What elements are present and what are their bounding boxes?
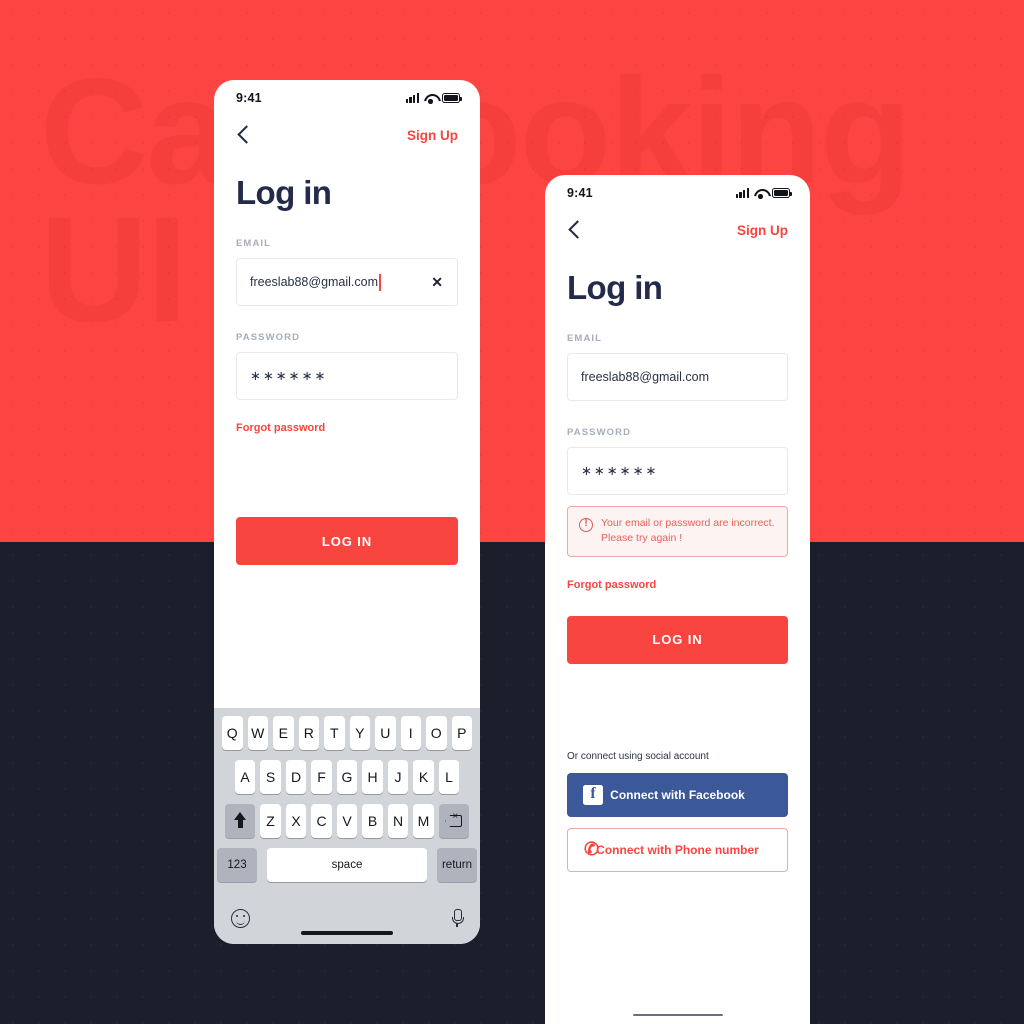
back-chevron-icon[interactable] bbox=[567, 219, 583, 241]
text-caret bbox=[379, 273, 381, 291]
keyboard-bottom-bar bbox=[217, 892, 477, 944]
email-input-value: freeslab88@gmail.com bbox=[250, 275, 379, 289]
key-n[interactable]: N bbox=[387, 804, 409, 838]
password-field-label: PASSWORD bbox=[567, 427, 632, 438]
error-message-text: Your email or password are incorrect. Pl… bbox=[601, 517, 775, 544]
facebook-icon: f bbox=[583, 784, 603, 805]
alert-circle-icon bbox=[579, 518, 593, 532]
key-d[interactable]: D bbox=[285, 760, 307, 794]
login-button[interactable]: LOG IN bbox=[236, 517, 458, 565]
connect-phone-label: Connect with Phone number bbox=[596, 842, 759, 857]
cellular-signal-icon bbox=[735, 188, 749, 198]
key-y[interactable]: Y bbox=[349, 716, 370, 750]
key-i[interactable]: I bbox=[400, 716, 421, 750]
key-b[interactable]: B bbox=[362, 804, 383, 838]
connect-phone-button[interactable]: ✆ Connect with Phone number bbox=[567, 827, 788, 872]
key-t[interactable]: T bbox=[324, 716, 345, 750]
status-bar-time: 9:41 bbox=[236, 91, 262, 105]
key-f[interactable]: F bbox=[311, 760, 332, 794]
status-bar: 9:41 bbox=[214, 80, 480, 110]
nav-bar: Sign Up bbox=[545, 205, 810, 241]
back-chevron-icon[interactable] bbox=[236, 124, 252, 146]
keyboard-row-2: A S D F G H J K L bbox=[217, 760, 477, 794]
email-input-value: freeslab88@gmail.com bbox=[581, 370, 710, 384]
email-input[interactable]: freeslab88@gmail.com bbox=[567, 353, 788, 401]
microphone-icon[interactable] bbox=[451, 908, 464, 928]
delete-key-icon[interactable] bbox=[438, 804, 469, 838]
key-h[interactable]: H bbox=[362, 760, 383, 794]
status-bar-icons bbox=[405, 93, 462, 104]
key-q[interactable]: Q bbox=[222, 716, 243, 750]
key-s[interactable]: S bbox=[260, 760, 281, 794]
forgot-password-link[interactable]: Forgot password bbox=[545, 579, 810, 591]
key-g[interactable]: G bbox=[336, 760, 358, 794]
key-z[interactable]: Z bbox=[260, 804, 281, 838]
space-key[interactable]: space bbox=[267, 848, 427, 882]
forgot-password-link[interactable]: Forgot password bbox=[214, 422, 480, 434]
password-input-value: ∗∗∗∗∗∗ bbox=[250, 368, 328, 383]
connect-facebook-label: Connect with Facebook bbox=[610, 787, 745, 802]
key-v[interactable]: V bbox=[336, 804, 358, 838]
shift-key-icon[interactable] bbox=[225, 804, 256, 838]
phone-mockup-login-error: 9:41 Sign Up Log in EMAIL freeslab88@gma… bbox=[545, 175, 810, 1024]
home-indicator bbox=[632, 1013, 723, 1016]
home-indicator bbox=[301, 931, 393, 935]
error-banner: Your email or password are incorrect. Pl… bbox=[567, 506, 788, 557]
background-red-panel bbox=[0, 0, 1024, 542]
key-e[interactable]: E bbox=[273, 716, 294, 750]
key-r[interactable]: R bbox=[298, 716, 319, 750]
keyboard-row-3: Z X C V B N M bbox=[217, 804, 477, 838]
key-k[interactable]: K bbox=[413, 760, 434, 794]
key-j[interactable]: J bbox=[387, 760, 409, 794]
onscreen-keyboard: Q W E R T Y U I O P A S D F G H J K L Z … bbox=[214, 708, 480, 944]
screenshot-canvas: Car Booking UI Kit 9:41 Sign Up Log in E… bbox=[0, 0, 1024, 1024]
signup-link[interactable]: Sign Up bbox=[737, 223, 788, 238]
keyboard-row-1: Q W E R T Y U I O P bbox=[217, 716, 477, 750]
page-title: Log in bbox=[236, 174, 332, 211]
battery-icon bbox=[442, 93, 462, 103]
nav-bar: Sign Up bbox=[214, 110, 480, 146]
cellular-signal-icon bbox=[405, 93, 419, 103]
background-dark-panel bbox=[0, 542, 1024, 1024]
emoji-icon[interactable] bbox=[231, 908, 250, 928]
key-p[interactable]: P bbox=[451, 716, 472, 750]
key-c[interactable]: C bbox=[311, 804, 332, 838]
email-field-label: EMAIL bbox=[567, 333, 603, 344]
key-l[interactable]: L bbox=[438, 760, 460, 794]
key-x[interactable]: X bbox=[285, 804, 307, 838]
wifi-icon bbox=[424, 93, 437, 104]
battery-icon bbox=[772, 188, 792, 198]
password-input[interactable]: ∗∗∗∗∗∗ bbox=[236, 352, 458, 400]
login-button[interactable]: LOG IN bbox=[567, 615, 788, 664]
status-bar-icons bbox=[735, 188, 792, 199]
status-bar-time: 9:41 bbox=[567, 186, 593, 200]
key-a[interactable]: A bbox=[234, 760, 256, 794]
social-account-heading: Or connect using social account bbox=[567, 750, 709, 762]
key-o[interactable]: O bbox=[426, 716, 447, 750]
key-m[interactable]: M bbox=[413, 804, 434, 838]
return-key[interactable]: return bbox=[437, 848, 477, 882]
page-title: Log in bbox=[567, 269, 663, 306]
phone-mockup-login-keyboard: 9:41 Sign Up Log in EMAIL freeslab88@gma… bbox=[214, 80, 480, 944]
status-bar: 9:41 bbox=[545, 175, 810, 205]
signup-link[interactable]: Sign Up bbox=[407, 128, 458, 143]
password-field-label: PASSWORD bbox=[236, 332, 301, 343]
password-input[interactable]: ∗∗∗∗∗∗ bbox=[567, 447, 788, 495]
phone-handset-icon: ✆ bbox=[584, 839, 600, 860]
keyboard-row-4: 123 space return bbox=[217, 848, 477, 882]
wifi-icon bbox=[754, 188, 767, 199]
key-w[interactable]: W bbox=[247, 716, 268, 750]
email-input[interactable]: freeslab88@gmail.com ✕ bbox=[236, 258, 458, 306]
clear-icon[interactable]: ✕ bbox=[431, 275, 443, 289]
email-field-label: EMAIL bbox=[236, 238, 272, 249]
numbers-key[interactable]: 123 bbox=[217, 848, 257, 882]
connect-facebook-button[interactable]: f Connect with Facebook bbox=[567, 772, 788, 817]
key-u[interactable]: U bbox=[375, 716, 396, 750]
password-input-value: ∗∗∗∗∗∗ bbox=[581, 463, 659, 478]
